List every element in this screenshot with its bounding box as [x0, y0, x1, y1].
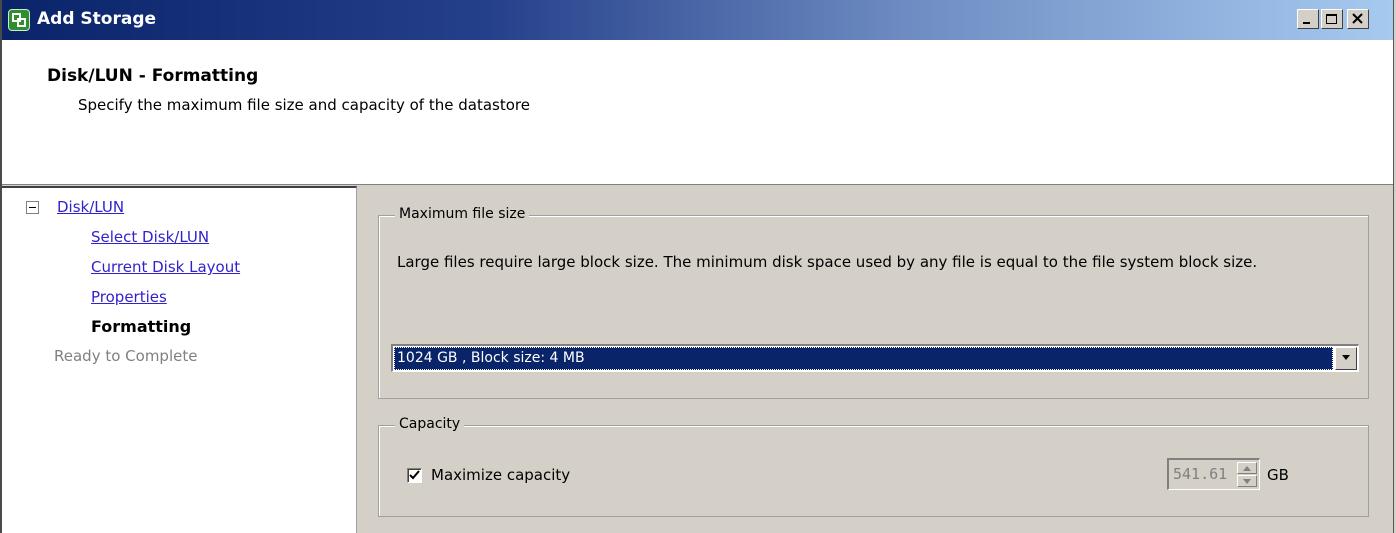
title-bar[interactable]: Add Storage: [2, 0, 1393, 40]
maximize-icon: [1326, 14, 1337, 24]
collapse-icon[interactable]: [26, 201, 39, 214]
close-button[interactable]: [1347, 9, 1369, 29]
add-storage-window: Add Storage Disk/LUN - Formatting Specif…: [0, 0, 1394, 533]
vmware-storage-icon: [8, 9, 30, 31]
capacity-spinner[interactable]: 541.61: [1167, 458, 1260, 490]
formatting-content: Maximum file size Large files require la…: [358, 186, 1393, 533]
block-size-select[interactable]: 1024 GB , Block size: 4 MB: [391, 344, 1359, 372]
block-size-description: Large files require large block size. Th…: [397, 253, 1258, 271]
capacity-legend: Capacity: [395, 416, 465, 432]
nav-formatting-current: Formatting: [91, 317, 192, 336]
arrow-up-icon: [1243, 466, 1251, 471]
checkmark-icon: [409, 470, 420, 480]
max-file-size-legend: Maximum file size: [395, 206, 530, 222]
nav-select-disk-lun[interactable]: Select Disk/LUN: [91, 228, 209, 246]
maximize-button[interactable]: [1321, 9, 1343, 29]
maximize-capacity-label[interactable]: Maximize capacity: [431, 466, 570, 484]
spin-down-button[interactable]: [1237, 475, 1257, 487]
wizard-steps-panel: Disk/LUN Select Disk/LUN Current Disk La…: [2, 186, 357, 533]
page-subtitle: Specify the maximum file size and capaci…: [78, 96, 530, 114]
nav-ready-to-complete: Ready to Complete: [54, 347, 198, 365]
capacity-group: Capacity Maximize capacity 541.61 GB: [378, 416, 1369, 517]
nav-properties[interactable]: Properties: [91, 288, 167, 306]
capacity-value: 541.61: [1173, 465, 1228, 483]
capacity-unit: GB: [1267, 466, 1289, 484]
minimize-icon: [1303, 22, 1310, 24]
spin-up-button[interactable]: [1237, 462, 1257, 474]
max-file-size-group: Maximum file size Large files require la…: [378, 206, 1369, 399]
page-title: Disk/LUN - Formatting: [47, 66, 259, 86]
wizard-header: Disk/LUN - Formatting Specify the maximu…: [2, 40, 1393, 185]
close-icon: [1352, 13, 1363, 24]
block-size-selected-value: 1024 GB , Block size: 4 MB: [394, 347, 1333, 370]
maximize-capacity-checkbox[interactable]: [407, 468, 422, 483]
nav-disk-lun[interactable]: Disk/LUN: [57, 198, 124, 216]
arrow-down-icon: [1243, 479, 1251, 484]
minimize-button[interactable]: [1297, 9, 1319, 29]
dropdown-button[interactable]: [1335, 347, 1357, 370]
window-title: Add Storage: [37, 9, 157, 29]
nav-current-disk-layout[interactable]: Current Disk Layout: [91, 258, 240, 276]
spinner-buttons: [1237, 462, 1257, 487]
chevron-down-icon: [1342, 355, 1350, 360]
